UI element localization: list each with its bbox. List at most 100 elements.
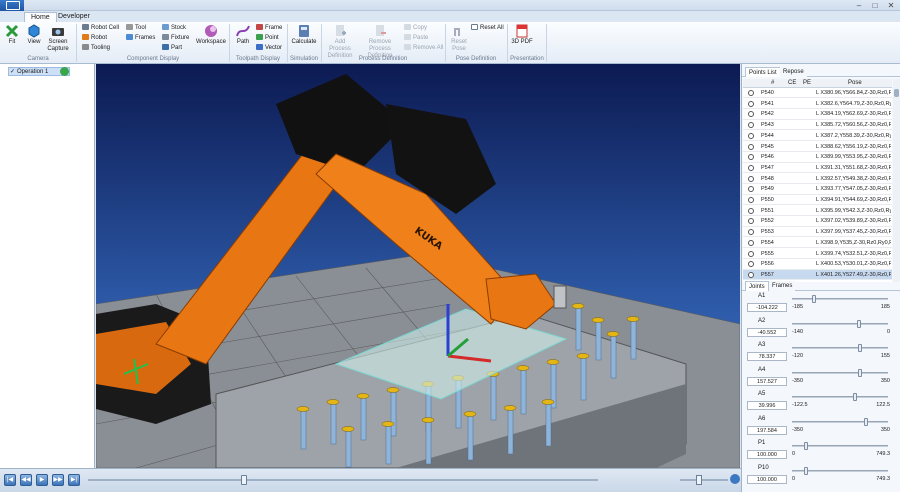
3d-pdf-button[interactable]: 3D PDF (510, 24, 534, 46)
row-radio[interactable] (748, 143, 754, 150)
remove-process-definition-button[interactable]: Remove Process Definition (358, 24, 402, 60)
tab-developer[interactable]: Developer (52, 12, 96, 22)
screen-capture-button[interactable]: Screen Capture (46, 24, 70, 53)
joint-slider-thumb[interactable] (852, 393, 857, 401)
row-radio[interactable] (748, 164, 754, 171)
row-radio[interactable] (748, 90, 754, 96)
row-radio[interactable] (748, 122, 754, 129)
speed-thumb[interactable] (696, 475, 702, 485)
joint-value-field[interactable]: 39.996 (747, 401, 787, 410)
timeline-track[interactable] (88, 479, 598, 481)
remove-all-button[interactable]: Remove All (404, 44, 443, 52)
part-button[interactable]: Part (162, 44, 182, 52)
row-radio[interactable] (748, 271, 754, 278)
table-row[interactable]: P542 L X384.19,Y562.69,Z-30,Rz0,Ry (743, 109, 892, 120)
fit-button[interactable]: Fit (3, 24, 21, 46)
joint-slider-thumb[interactable] (858, 344, 863, 352)
joint-slider-track[interactable] (792, 420, 888, 423)
close-button[interactable]: ✕ (882, 0, 900, 11)
joint-value-field[interactable]: 197.584 (747, 425, 787, 435)
play-button[interactable]: ▶ (36, 474, 48, 486)
point-button[interactable]: Point (256, 34, 279, 42)
fixture-button[interactable]: Fixture (162, 34, 189, 42)
vector-button[interactable]: Vector (256, 44, 282, 52)
table-row[interactable]: P554 L X398.9,Y535,Z-30,Rz0,Ry0,R (743, 238, 892, 249)
table-row[interactable]: P556 L X400.53,Y530.01,Z-30,Rz0,Ry (743, 259, 892, 270)
3d-viewport[interactable]: KUKA (96, 64, 740, 468)
robot-cell-button[interactable]: Robot Cell (82, 24, 119, 32)
table-row[interactable]: P553 L X397.99,Y537.45,Z-30,Rz0,Ry (743, 227, 892, 238)
scrollbar-thumb[interactable] (894, 89, 899, 97)
row-radio[interactable] (748, 154, 754, 161)
joint-slider-thumb[interactable] (812, 295, 817, 303)
settings-icon[interactable] (730, 474, 740, 484)
joint-value-field[interactable]: -104.222 (747, 303, 787, 312)
table-row[interactable]: P549 L X393.77,Y547.05,Z-30,Rz0,Ry (743, 184, 892, 195)
table-row[interactable]: P541 L X382.6,Y564.79,Z-30,Rz0,Ry0,R (743, 99, 892, 110)
application-menu-button[interactable] (0, 0, 24, 11)
table-row[interactable]: P552 L X397.02,Y539.89,Z-30,Rz0,Ry (743, 216, 892, 227)
joint-slider-thumb[interactable] (863, 417, 868, 426)
table-row[interactable]: P548 L X392.57,Y549.38,Z-30,Rz0,Ry (743, 174, 892, 184)
row-radio[interactable] (748, 261, 754, 268)
rewind-start-button[interactable]: |◀ (4, 474, 16, 486)
table-row[interactable]: P555 L X399.74,Y532.51,Z-30,Rz0,Ry (743, 249, 892, 259)
tooling-button[interactable]: Tooling (82, 44, 110, 52)
row-radio[interactable] (748, 239, 754, 246)
points-scrollbar[interactable] (893, 79, 900, 282)
reset-pose-button[interactable]: Reset Pose (448, 24, 470, 53)
table-row[interactable]: P545 L X388.62,Y556.19,Z-30,Rz0,Ry (743, 142, 892, 152)
row-radio[interactable] (748, 132, 754, 139)
joint-slider-thumb[interactable] (858, 368, 863, 377)
joint-slider-track[interactable] (792, 322, 888, 325)
row-radio[interactable] (748, 250, 754, 257)
joint-slider-thumb[interactable] (803, 442, 808, 450)
step-back-button[interactable]: ◀◀ (20, 474, 32, 486)
table-row[interactable]: P547 L X391.31,Y551.68,Z-30,Rz0,Ry (743, 163, 892, 174)
frames-button[interactable]: Frames (126, 34, 155, 42)
joint-value-field[interactable]: 78.337 (747, 352, 787, 361)
paste-button[interactable]: Paste (404, 34, 428, 42)
tab-points-list[interactable]: Points List (745, 67, 781, 77)
table-row[interactable]: P544 L X387.2,Y558.39,Z-30,Rz0,Ry0,R (743, 131, 892, 142)
table-row[interactable]: P550 L X394.91,Y544.69,Z-30,Rz0,Ry (743, 195, 892, 206)
joint-value-field[interactable]: 100.000 (747, 450, 787, 459)
speed-track[interactable] (680, 479, 728, 481)
table-row[interactable]: P543 L X385.72,Y560.56,Z-30,Rz0,Ry (743, 120, 892, 131)
row-radio[interactable] (748, 175, 754, 182)
joint-slider-track[interactable] (792, 371, 888, 374)
add-process-definition-button[interactable]: Add Process Definition (323, 24, 357, 60)
robot-button[interactable]: Robot (82, 34, 107, 42)
joint-value-field[interactable]: 157.527 (747, 376, 787, 386)
step-forward-button[interactable]: ▶▶ (52, 474, 64, 486)
tool-button[interactable]: Tool (126, 24, 146, 32)
table-row[interactable]: P551 L X395.99,Y542.3,Z-30,Rz0,Ry0,R (743, 206, 892, 217)
row-radio[interactable] (748, 218, 754, 225)
joint-slider-track[interactable] (792, 347, 888, 349)
path-button[interactable]: Path (232, 24, 254, 46)
stock-button[interactable]: Stock (162, 24, 186, 32)
table-row[interactable]: P540 L X380.96,Y566.84,Z-30,Rz0,Ry (743, 88, 892, 99)
joint-slider-thumb[interactable] (803, 466, 808, 475)
workspace-button[interactable]: Workspace (196, 24, 226, 46)
view-button[interactable]: View (23, 24, 45, 46)
joint-slider-track[interactable] (792, 298, 888, 300)
joint-value-field[interactable]: -40.552 (747, 327, 787, 337)
calculate-button[interactable]: Calculate (289, 24, 319, 46)
joint-slider-track[interactable] (792, 396, 888, 398)
timeline-thumb[interactable] (241, 475, 247, 485)
tab-joints[interactable]: Joints (745, 281, 769, 291)
tab-frames[interactable]: Frames (769, 281, 796, 291)
tab-repose[interactable]: Repose (780, 67, 807, 77)
row-radio[interactable] (748, 197, 754, 203)
row-radio[interactable] (748, 207, 754, 214)
frame-button[interactable]: Frame (256, 24, 282, 32)
joint-value-field[interactable]: 100.000 (747, 474, 787, 484)
row-radio[interactable] (748, 186, 754, 193)
reset-all-button[interactable]: Reset All (471, 24, 504, 32)
row-radio[interactable] (748, 100, 754, 107)
table-row[interactable]: P546 L X389.99,Y553.95,Z-30,Rz0,Ry (743, 152, 892, 163)
copy-button[interactable]: Copy (404, 24, 427, 32)
forward-end-button[interactable]: ▶| (68, 474, 80, 486)
row-radio[interactable] (748, 111, 754, 118)
